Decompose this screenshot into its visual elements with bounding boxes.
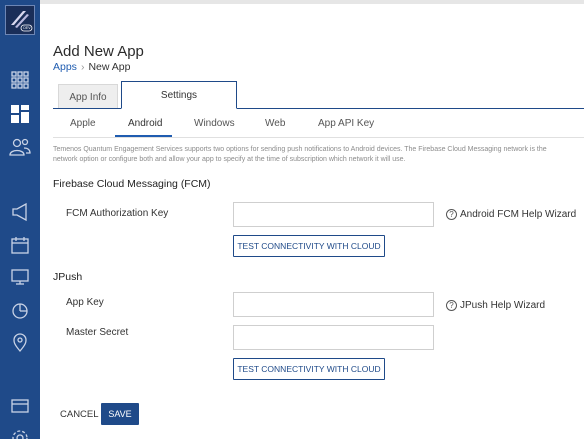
save-button[interactable]: SAVE (101, 403, 139, 425)
breadcrumb-apps-link[interactable]: Apps (53, 61, 77, 73)
breadcrumb-current: New App (88, 61, 131, 73)
jpush-section-title: JPush (53, 271, 83, 283)
help-question-icon: ? (446, 300, 457, 311)
apps-grid-icon[interactable] (8, 68, 32, 92)
fcm-test-connectivity-button[interactable]: TEST CONNECTIVITY WITH CLOUD (233, 235, 385, 257)
tab-app-info[interactable]: App Info (58, 84, 118, 109)
location-pin-icon[interactable] (8, 330, 32, 354)
platform-subtabs: Apple Android Windows Web App API Key (53, 110, 584, 138)
pie-chart-icon[interactable] (8, 298, 32, 322)
jpush-test-connectivity-button[interactable]: TEST CONNECTIVITY WITH CLOUD (233, 358, 385, 380)
app-logo[interactable]: DEV (5, 5, 35, 35)
jpush-help-wizard-link[interactable]: ? JPush Help Wizard (446, 300, 545, 311)
monitor-icon[interactable] (8, 265, 32, 289)
subtab-app-api-key[interactable]: App API Key (318, 118, 374, 129)
dashboard-icon[interactable] (8, 102, 32, 126)
users-icon[interactable] (8, 135, 32, 159)
cancel-button[interactable]: CANCEL (60, 409, 99, 420)
subtab-apple[interactable]: Apple (70, 118, 96, 129)
description-line-2: network option or configure both and all… (53, 155, 406, 163)
breadcrumb: Apps › New App (53, 61, 130, 73)
megaphone-icon[interactable] (8, 200, 32, 224)
jpush-app-key-label: App Key (66, 297, 104, 308)
subtab-web[interactable]: Web (265, 118, 285, 129)
subtabs-divider (53, 137, 584, 138)
fcm-auth-key-label: FCM Authorization Key (66, 208, 169, 219)
breadcrumb-separator-icon: › (80, 61, 85, 73)
jpush-app-key-input[interactable] (233, 292, 434, 317)
window-icon[interactable] (8, 394, 32, 418)
fcm-auth-key-input[interactable] (233, 202, 434, 227)
tab-settings[interactable]: Settings (121, 81, 237, 109)
help-question-icon: ? (446, 209, 457, 220)
subtab-windows[interactable]: Windows (194, 118, 235, 129)
android-fcm-help-label: Android FCM Help Wizard (460, 209, 577, 220)
description-line-1: Temenos Quantum Engagement Services supp… (53, 146, 547, 153)
logo-badge: DEV (23, 26, 31, 30)
subtab-android[interactable]: Android (128, 118, 162, 129)
description: Temenos Quantum Engagement Services supp… (53, 145, 584, 164)
sidebar: DEV (0, 0, 40, 439)
settings-gear-icon[interactable] (8, 426, 32, 439)
android-fcm-help-wizard-link[interactable]: ? Android FCM Help Wizard (446, 209, 576, 220)
jpush-master-secret-input[interactable] (233, 325, 434, 350)
jpush-help-label: JPush Help Wizard (460, 300, 546, 311)
fcm-section-title: Firebase Cloud Messaging (FCM) (53, 178, 211, 190)
top-bar (40, 0, 584, 4)
page-title: Add New App (53, 43, 144, 60)
calendar-icon[interactable] (8, 233, 32, 257)
jpush-master-secret-label: Master Secret (66, 327, 129, 338)
